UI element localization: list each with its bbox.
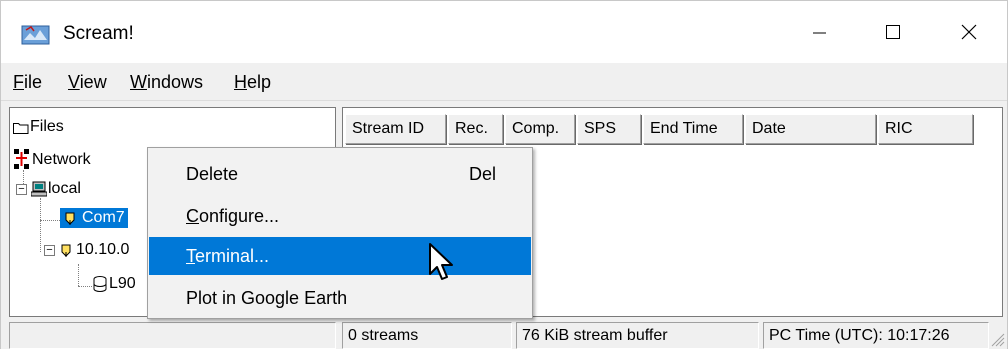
context-menu-terminal-label: erminal... — [195, 246, 270, 266]
menu-view-label: iew — [79, 72, 107, 92]
context-menu: Delete Del Configure... Terminal... Plot… — [147, 147, 533, 319]
tree-item-ip[interactable]: − 10.10.0 — [44, 241, 129, 259]
maximize-icon — [886, 25, 900, 39]
maximize-button[interactable] — [857, 1, 929, 63]
tree-label-network: Network — [32, 151, 91, 168]
minimize-icon — [813, 32, 826, 34]
tree-label-l90: L90 — [109, 275, 136, 292]
status-cell-empty — [9, 322, 336, 349]
menu-windows[interactable]: Windows — [130, 72, 203, 93]
column-header-end-time[interactable]: End Time — [643, 114, 743, 144]
menu-help-accel: H — [234, 72, 247, 92]
column-header-comp[interactable]: Comp. — [505, 114, 575, 144]
computer-icon — [31, 181, 47, 197]
context-menu-delete[interactable]: Delete Del — [149, 155, 531, 193]
collapse-icon[interactable]: − — [16, 183, 27, 195]
menu-windows-accel: W — [130, 72, 147, 92]
tree-item-com7-selected: Com7 — [60, 208, 128, 228]
tree-connector — [40, 198, 41, 252]
status-buffer: 76 KiB stream buffer — [516, 322, 759, 349]
network-icon — [14, 149, 29, 169]
mouse-cursor-icon — [429, 243, 453, 280]
status-pc-time: PC Time (UTC): 10:17:26 — [763, 322, 989, 349]
column-header-rec[interactable]: Rec. — [448, 114, 503, 144]
serial-port-icon — [65, 212, 75, 225]
column-header-sps[interactable]: SPS — [577, 114, 641, 144]
tree-connector — [78, 286, 92, 287]
menu-file[interactable]: File — [13, 72, 42, 93]
menu-view-accel: V — [68, 72, 80, 92]
tree-item-files[interactable]: Files — [13, 118, 64, 136]
context-menu-plot-label: Plot in Google Earth — [186, 288, 348, 308]
folder-icon — [13, 122, 29, 134]
close-icon — [961, 24, 977, 40]
context-menu-terminal-accel: T — [186, 246, 195, 266]
tree-label-ip: 10.10.0 — [76, 241, 130, 258]
tree-label-com7: Com7 — [82, 209, 125, 226]
tree-item-com7[interactable]: Com7 — [60, 208, 128, 228]
window-title: Scream! — [63, 23, 134, 44]
context-menu-configure[interactable]: Configure... — [149, 197, 531, 235]
menu-help[interactable]: Help — [234, 72, 271, 93]
menu-file-label: ile — [24, 72, 43, 92]
context-menu-configure-accel: C — [186, 206, 199, 226]
menu-file-accel: F — [13, 72, 24, 92]
tree-label-files: Files — [30, 118, 64, 135]
scream-app-icon — [21, 25, 50, 45]
tree-item-l90[interactable]: L90 — [92, 275, 136, 293]
status-streams: 0 streams — [342, 322, 512, 349]
app-window: Scream! File View Windows Help Files Net… — [0, 0, 1008, 349]
minimize-button[interactable] — [783, 1, 855, 63]
resize-grip-icon[interactable] — [987, 329, 1005, 347]
context-menu-configure-label: onfigure... — [199, 206, 280, 226]
title-bar[interactable]: Scream! — [1, 1, 1007, 63]
column-header-ric[interactable]: RIC — [878, 114, 973, 144]
column-header-date[interactable]: Date — [745, 114, 876, 144]
close-button[interactable] — [933, 1, 1005, 63]
menu-windows-label: indows — [147, 72, 204, 92]
menu-bar: File View Windows Help — [1, 63, 1007, 101]
menu-view[interactable]: View — [68, 72, 107, 93]
database-icon — [93, 276, 107, 292]
menu-help-label: elp — [247, 72, 272, 92]
tree-connector — [78, 264, 79, 286]
context-menu-delete-label: Delete — [186, 164, 239, 184]
tree-label-local: local — [48, 180, 81, 197]
tree-connector — [40, 220, 60, 221]
context-menu-delete-shortcut: Del — [468, 164, 496, 184]
network-device-icon — [61, 244, 71, 257]
status-bar: 0 streams 76 KiB stream buffer PC Time (… — [1, 319, 1007, 349]
tree-item-network[interactable]: Network — [13, 148, 91, 172]
column-header-stream-id[interactable]: Stream ID — [345, 114, 446, 144]
context-menu-plot-google-earth[interactable]: Plot in Google Earth — [149, 279, 531, 317]
context-menu-terminal[interactable]: Terminal... — [149, 237, 531, 275]
collapse-icon[interactable]: − — [44, 244, 55, 256]
tree-item-local[interactable]: − local — [16, 180, 81, 198]
